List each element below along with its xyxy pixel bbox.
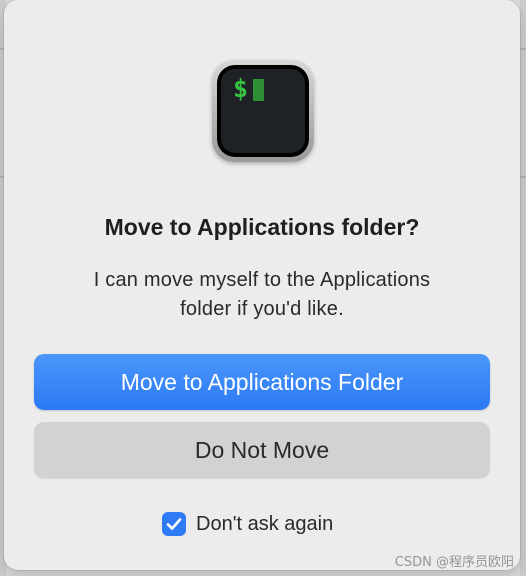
terminal-prompt-symbol: $: [233, 74, 249, 103]
move-to-applications-button[interactable]: Move to Applications Folder: [34, 354, 490, 410]
do-not-move-button[interactable]: Do Not Move: [34, 422, 490, 478]
background-divider: [520, 176, 526, 178]
dont-ask-again-row[interactable]: Don't ask again: [162, 511, 333, 537]
background-divider: [520, 48, 526, 50]
dialog-message: I can move myself to the Applications fo…: [52, 266, 472, 324]
dialog-message-line-2: folder if you'd like.: [180, 298, 344, 320]
terminal-app-icon: $: [212, 60, 314, 162]
csdn-watermark: CSDN @程序员欧阳: [394, 555, 514, 570]
dont-ask-again-checkbox[interactable]: [162, 512, 186, 536]
dont-ask-again-label: Don't ask again: [196, 512, 334, 535]
terminal-icon-bezel: $: [217, 65, 309, 157]
terminal-icon-screen: $: [221, 69, 305, 153]
dialog-title: Move to Applications folder?: [104, 214, 420, 240]
checkmark-icon: [166, 518, 182, 530]
move-to-applications-dialog: $ Move to Applications folder? I can mov…: [4, 0, 520, 570]
terminal-cursor: [253, 79, 264, 101]
background-window-right-edge: [520, 0, 526, 576]
dialog-message-line-1: I can move myself to the Applications: [93, 269, 431, 291]
